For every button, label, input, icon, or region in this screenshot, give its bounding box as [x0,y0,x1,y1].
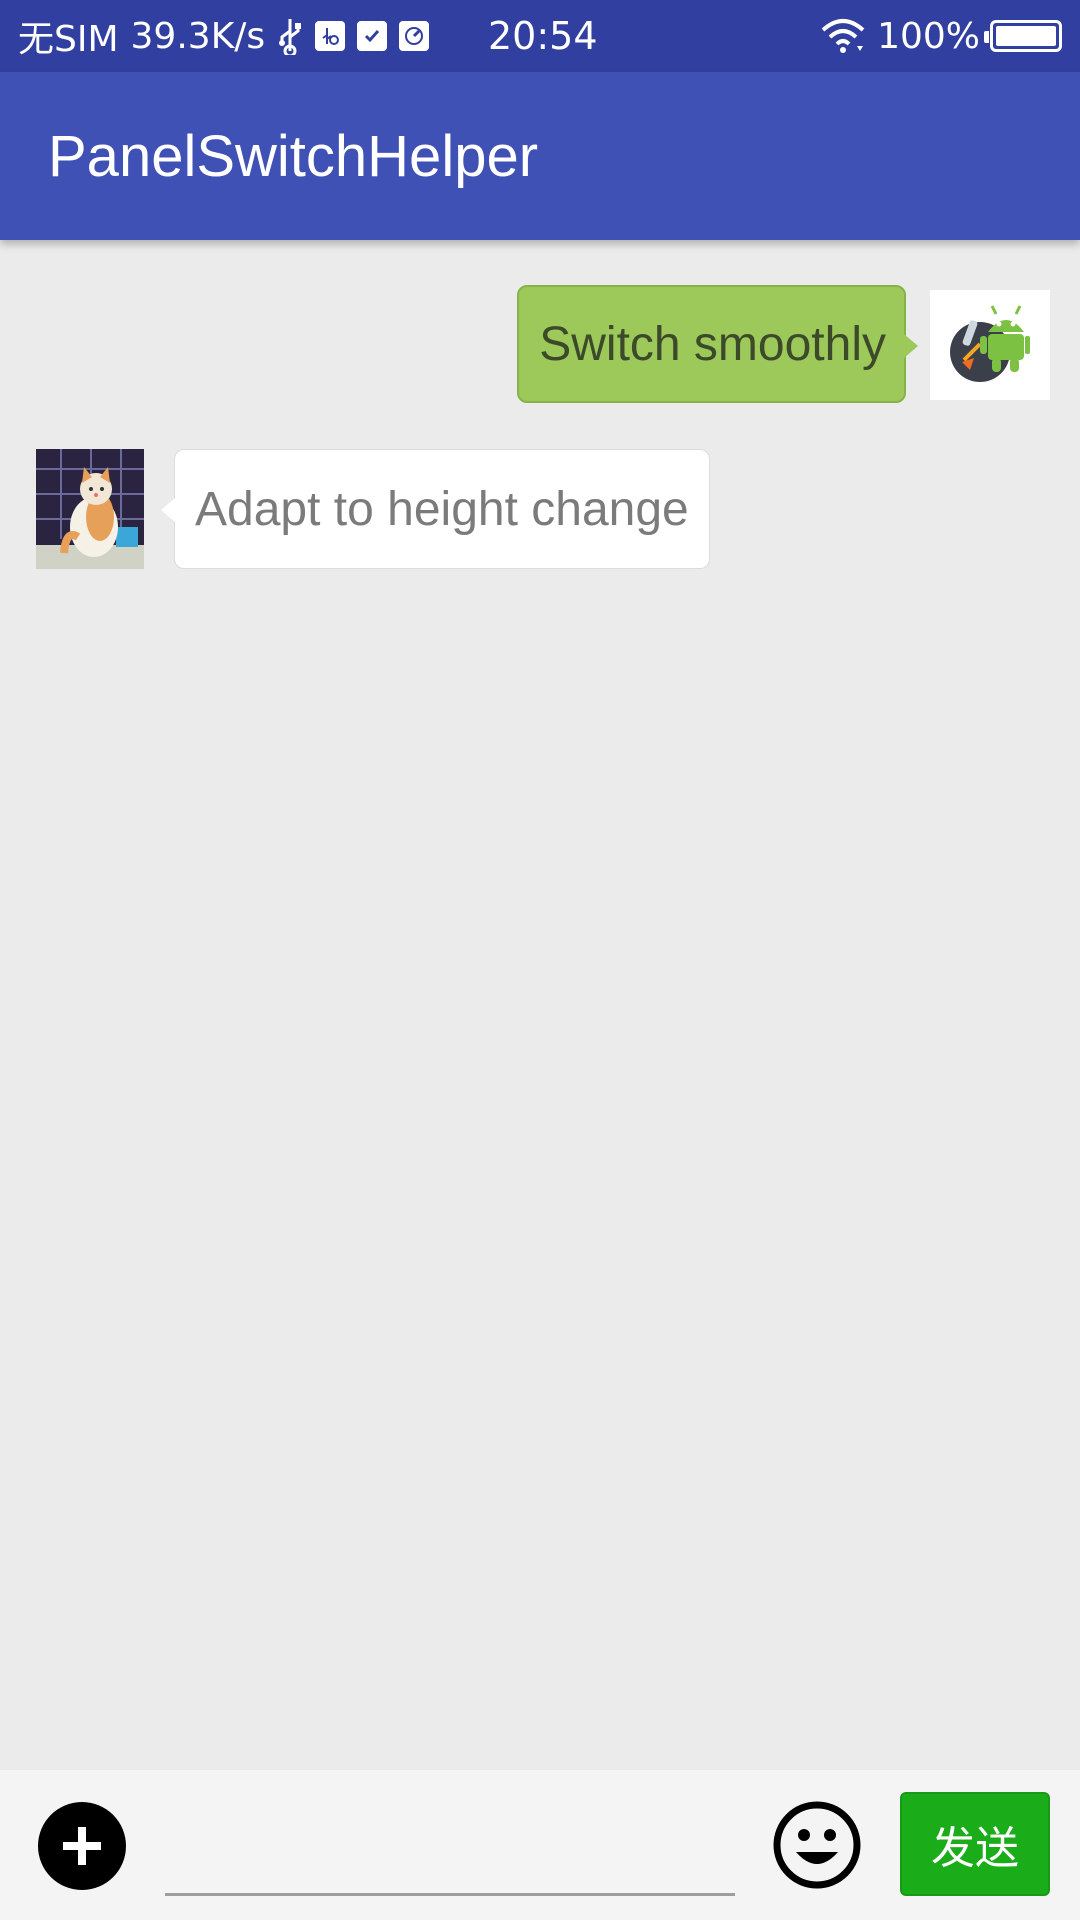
status-left: 无SIM 39.3K/s [18,0,430,72]
message-incoming: Adapt to height change [36,449,710,569]
message-text: Adapt to height change [195,482,689,536]
message-input[interactable] [165,1810,735,1896]
battery-icon [984,20,1062,52]
speedometer-icon [399,21,430,51]
android-rocket-icon [950,305,1030,382]
app-title: PanelSwitchHelper [48,123,539,189]
clock-text: 20:54 [488,14,598,58]
input-bar: 发送 [0,1770,1080,1920]
wifi-icon [821,19,865,53]
message-bubble-outgoing[interactable]: Switch smoothly [517,285,918,403]
android-rocket-avatar[interactable] [930,290,1050,400]
battery-percent: 100% [877,15,980,57]
status-bar: 无SIM 39.3K/s 20:54 100% [0,0,1080,72]
battery-level [996,26,1056,46]
status-right: 100% [819,0,1062,72]
cat-photo-icon [36,449,144,569]
app-root: 无SIM 39.3K/s 20:54 100% PanelSwitchHelpe… [0,0,1080,1920]
usb-debug-icon [315,21,346,51]
message-text: Switch smoothly [539,317,886,371]
app-bar: PanelSwitchHelper [0,72,1080,240]
usb-icon [279,19,302,55]
send-button[interactable]: 发送 [900,1792,1050,1896]
net-speed-text: 39.3K/s [130,15,266,57]
task-check-icon [357,21,388,51]
message-bubble-incoming[interactable]: Adapt to height change [161,449,710,569]
smiley-icon[interactable] [772,1800,862,1890]
cat-photo-avatar[interactable] [36,449,144,569]
plus-circle-icon[interactable] [38,1802,126,1890]
carrier-text: 无SIM [18,19,119,60]
message-outgoing: Switch smoothly [517,285,1050,403]
